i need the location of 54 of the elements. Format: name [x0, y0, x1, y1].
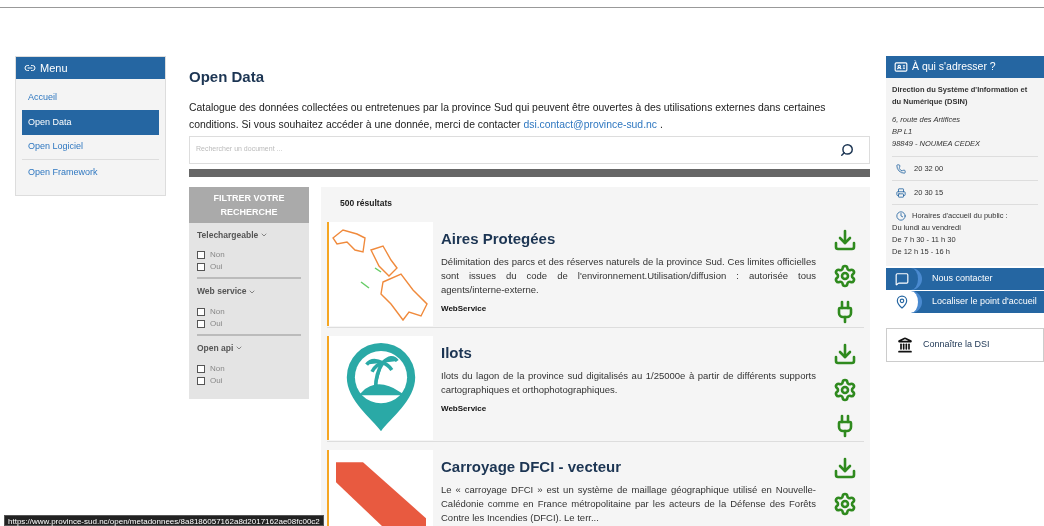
- link-icon: [24, 62, 36, 74]
- result-tag: WebService: [441, 302, 816, 315]
- result-title[interactable]: Ilots: [441, 342, 816, 365]
- result-description: Délimitation des parcs et des réserves naturels de la province Sud. Ces limites officielles sont issues du code de l'environnement.Utilisation/diffusion : autorisée tous agents/interne-externe.: [441, 254, 816, 297]
- checkbox-label: Oui: [210, 261, 223, 274]
- contact-title: À qui s'adresser ?: [912, 59, 996, 75]
- download-icon[interactable]: [833, 228, 857, 253]
- status-url-tooltip: https://www.province-sud.nc/open/metadonnees/8a8186057162a8d2017162ae08fc00c2: [4, 515, 324, 526]
- result-description: Le « carroyage DFCI » est un système de maillage géographique utilisé en Nouvelle-Calédonie comme en France métropolitaine par les acteurs de la Défense des Forêts Contre les Incendies (DFCI). Le terr...: [441, 482, 816, 525]
- menu-title: Menu: [40, 60, 68, 76]
- menu-item[interactable]: Open Framework: [22, 160, 159, 185]
- download-icon[interactable]: [833, 456, 857, 481]
- result-tag: WebService: [441, 402, 816, 415]
- checkbox[interactable]: [197, 263, 205, 272]
- email-link[interactable]: dsi.contact@province-sud.nc: [523, 118, 657, 130]
- filter-group-toggle[interactable]: Web service: [197, 285, 301, 298]
- result-thumbnail[interactable]: [327, 336, 433, 441]
- menu-item[interactable]: Open Logiciel: [22, 135, 159, 160]
- checkbox[interactable]: [197, 308, 205, 316]
- location-pin-icon: [895, 295, 909, 309]
- result-title[interactable]: Carroyage DFCI - vecteur: [441, 456, 816, 479]
- id-card-icon: [894, 60, 908, 74]
- checkbox[interactable]: [197, 376, 205, 385]
- page-title: Open Data: [189, 67, 265, 87]
- intro-text: Catalogue des données collectées ou entretenues par la province Sud qui peuvent être ouvertes à des utilisations externes dans certaines conditions. Si vous souhaitez accéder à une donnée, merci de contacter dsi.contact@province-sud.nc .: [189, 100, 827, 132]
- result-count: 500 résultats: [340, 196, 393, 210]
- filter-group-toggle[interactable]: Telechargeable: [197, 228, 301, 242]
- result-thumbnail[interactable]: [327, 450, 433, 526]
- checkbox-label: Oui: [210, 374, 223, 387]
- checkbox[interactable]: [197, 364, 205, 373]
- filter-group-toggle[interactable]: Open api: [197, 342, 301, 355]
- fax-icon: [896, 187, 906, 198]
- filter-group-label: Telechargeable: [197, 228, 259, 242]
- message-icon: [895, 272, 909, 286]
- menu-item[interactable]: Open Data: [22, 110, 159, 135]
- checkbox-label: Non: [210, 306, 225, 318]
- institution-icon: [897, 337, 913, 353]
- about-button[interactable]: Connaître la DSI: [886, 328, 1044, 362]
- contact-link[interactable]: Localiser le point d'accueil: [886, 291, 1044, 313]
- filter-group-label: Open api: [197, 342, 234, 355]
- result-title[interactable]: Aires Protegées: [441, 228, 816, 251]
- result-description: Ilots du lagon de la province sud digitalisés au 1/25000e à partir de différents supports cartographiques et orthophotographiques.: [441, 368, 816, 397]
- checkbox-label: Non: [210, 362, 225, 375]
- checkbox-label: Oui: [210, 318, 223, 330]
- download-icon[interactable]: [833, 342, 857, 367]
- checkbox[interactable]: [197, 320, 205, 328]
- phone-icon: [896, 163, 906, 174]
- contact-link[interactable]: Nous contacter: [886, 268, 1044, 290]
- filter-group-label: Web service: [197, 285, 247, 298]
- clock-icon: [896, 211, 906, 221]
- filter-header: FILTRER VOTRE RECHERCHE: [189, 186, 309, 223]
- checkbox[interactable]: [197, 251, 205, 260]
- menu-item[interactable]: Accueil: [22, 85, 159, 110]
- checkbox-label: Non: [210, 249, 225, 262]
